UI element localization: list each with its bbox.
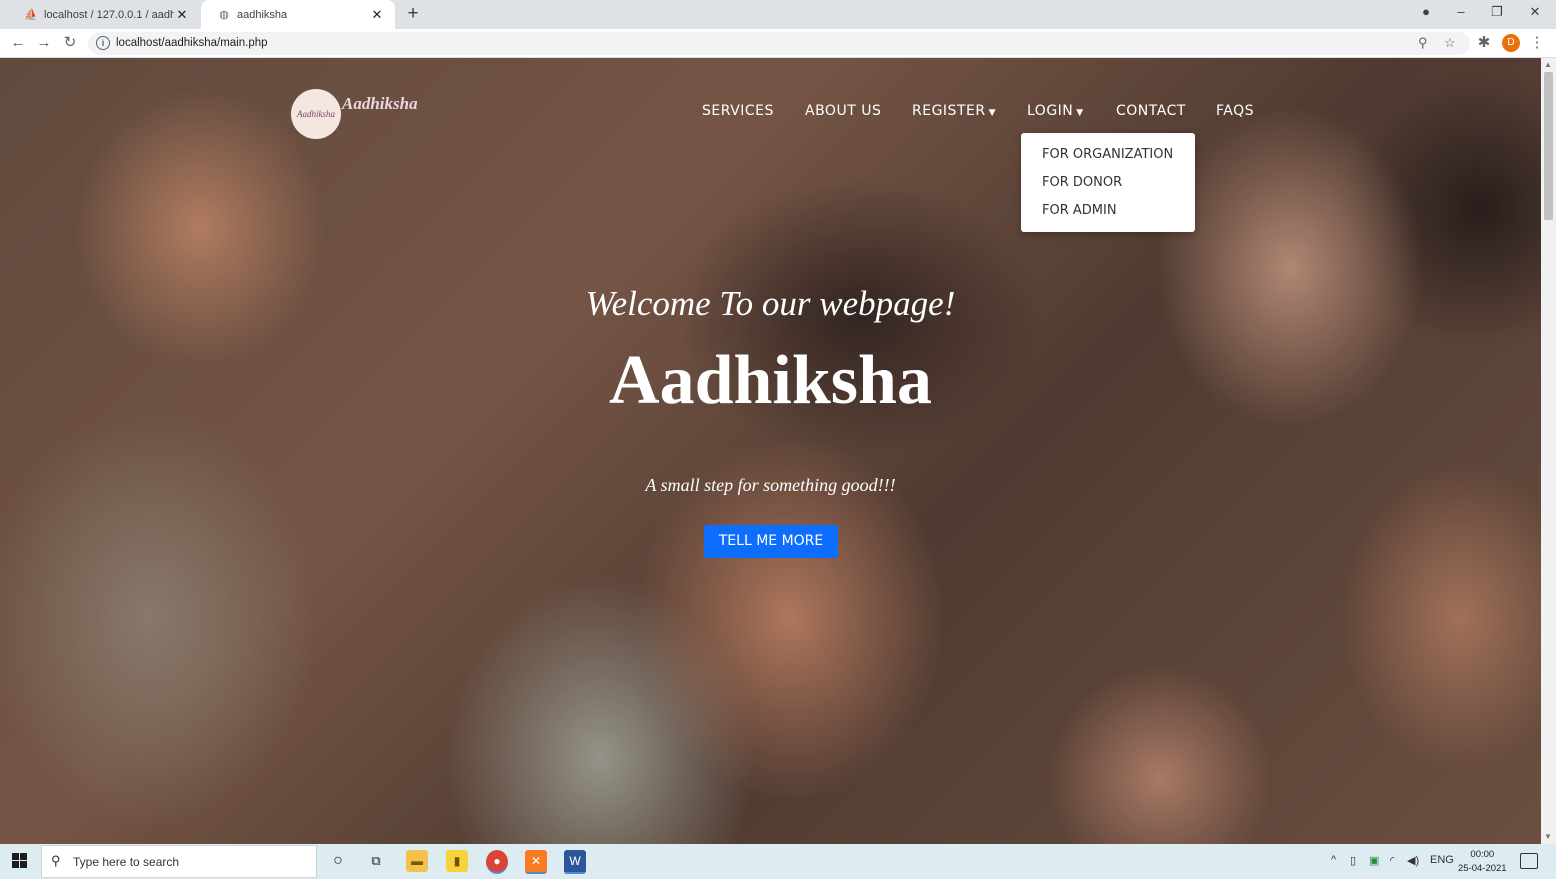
volume-icon[interactable]: ◀) [1407, 854, 1419, 867]
forward-button[interactable]: → [33, 33, 55, 53]
battery-icon[interactable]: ▯ [1350, 854, 1356, 867]
browser-toolbar: ← → ↻ i localhost/aadhiksha/main.php ⚲ ☆… [0, 29, 1556, 58]
site-logo[interactable]: Aadhiksha [291, 89, 341, 139]
dropdown-item-organization[interactable]: FOR ORGANIZATION [1042, 147, 1173, 162]
sticky-notes-icon[interactable]: ▮ [446, 850, 468, 872]
windows-start-icon[interactable] [12, 853, 28, 869]
window-close-button[interactable]: ✕ [1525, 4, 1545, 20]
clock-time: 00:00 [1470, 849, 1495, 860]
task-view-icon[interactable]: ⧉ [365, 850, 387, 872]
reload-button[interactable]: ↻ [59, 33, 81, 53]
cortana-icon[interactable]: ○ [327, 850, 349, 872]
tab-phpmyadmin[interactable]: ⛵ localhost / 127.0.0.1 / aadhiksha ✕ [8, 0, 200, 29]
app-tray-icon[interactable]: ▣ [1369, 854, 1379, 867]
windows-taskbar: ⚲ Type here to search ○ ⧉ ▬ ▮ ● ✕ W ^ ▯ … [0, 844, 1556, 879]
tell-me-more-button[interactable]: TELL ME MORE [704, 525, 838, 558]
close-icon[interactable]: ✕ [369, 7, 385, 23]
extensions-icon[interactable]: ✱ [1473, 33, 1495, 53]
browser-tab-strip: ⛵ localhost / 127.0.0.1 / aadhiksha ✕ ◍ … [0, 0, 1556, 29]
tab-title: aadhiksha [237, 8, 288, 21]
wifi-icon[interactable]: ◜ [1390, 854, 1394, 867]
word-icon[interactable]: W [564, 850, 586, 874]
globe-icon: ◍ [219, 9, 229, 21]
tab-title: localhost / 127.0.0.1 / aadhiksha [44, 8, 174, 21]
hero-overlay [0, 58, 1541, 844]
xampp-icon[interactable]: ✕ [525, 850, 547, 874]
dropdown-item-donor[interactable]: FOR DONOR [1042, 175, 1122, 190]
nav-about-us[interactable]: ABOUT US [805, 103, 881, 119]
nav-register-label: REGISTER [912, 103, 986, 119]
scroll-down-icon[interactable]: ▼ [1544, 832, 1552, 841]
bookmark-star-icon[interactable]: ☆ [1444, 35, 1456, 51]
phpmyadmin-icon: ⛵ [24, 9, 38, 21]
chrome-icon[interactable]: ● [486, 850, 508, 874]
login-dropdown-menu: FOR ORGANIZATION FOR DONOR FOR ADMIN [1021, 133, 1195, 232]
nav-login-label: LOGIN [1027, 103, 1074, 119]
nav-contact[interactable]: CONTACT [1116, 103, 1186, 119]
info-icon[interactable]: i [96, 36, 110, 50]
nav-services[interactable]: SERVICES [702, 103, 774, 119]
page-viewport: Aadhiksha Aadhiksha SERVICES ABOUT US RE… [0, 58, 1541, 844]
brand-name[interactable]: Aadhiksha [342, 94, 418, 114]
new-tab-button[interactable]: + [402, 3, 424, 25]
notification-icon[interactable] [1520, 853, 1538, 869]
nav-faqs[interactable]: FAQS [1216, 103, 1254, 119]
page-scrollbar[interactable]: ▲ ▼ [1541, 58, 1556, 844]
zoom-icon[interactable]: ⚲ [1418, 35, 1428, 51]
hero-title: Aadhiksha [609, 342, 932, 419]
search-icon: ⚲ [51, 853, 61, 868]
nav-register[interactable]: REGISTER ▼ [912, 103, 996, 119]
media-icon[interactable]: ● [1416, 4, 1436, 19]
profile-avatar[interactable]: D [1502, 34, 1520, 52]
back-button[interactable]: ← [7, 33, 29, 53]
tab-aadhiksha[interactable]: ◍ aadhiksha ✕ [201, 0, 395, 29]
menu-icon[interactable]: ⋮ [1526, 33, 1548, 53]
clock-date: 25-04-2021 [1458, 863, 1507, 874]
caret-down-icon: ▼ [988, 108, 996, 118]
logo-text: Aadhiksha [297, 109, 335, 119]
taskbar-search-box[interactable]: ⚲ Type here to search [41, 845, 317, 878]
file-explorer-icon[interactable]: ▬ [406, 850, 428, 872]
search-placeholder: Type here to search [73, 855, 180, 869]
hero-welcome-text: Welcome To our webpage! [585, 284, 956, 323]
scroll-up-icon[interactable]: ▲ [1544, 60, 1552, 69]
dropdown-item-admin[interactable]: FOR ADMIN [1042, 203, 1117, 218]
caret-down-icon: ▼ [1076, 108, 1084, 118]
language-indicator[interactable]: ENG [1430, 854, 1454, 866]
nav-login[interactable]: LOGIN ▼ [1027, 103, 1084, 119]
url-text: localhost/aadhiksha/main.php [116, 37, 268, 49]
scrollbar-thumb[interactable] [1544, 72, 1553, 220]
close-icon[interactable]: ✕ [174, 7, 190, 23]
restore-button[interactable]: ❐ [1487, 4, 1507, 20]
chevron-up-icon[interactable]: ^ [1331, 854, 1336, 866]
address-bar[interactable]: i localhost/aadhiksha/main.php ⚲ ☆ [88, 32, 1470, 55]
hero-tagline: A small step for something good!!! [645, 475, 896, 495]
minimize-button[interactable]: – [1451, 4, 1471, 19]
system-clock[interactable]: 00:00 25-04-2021 [1458, 848, 1507, 876]
